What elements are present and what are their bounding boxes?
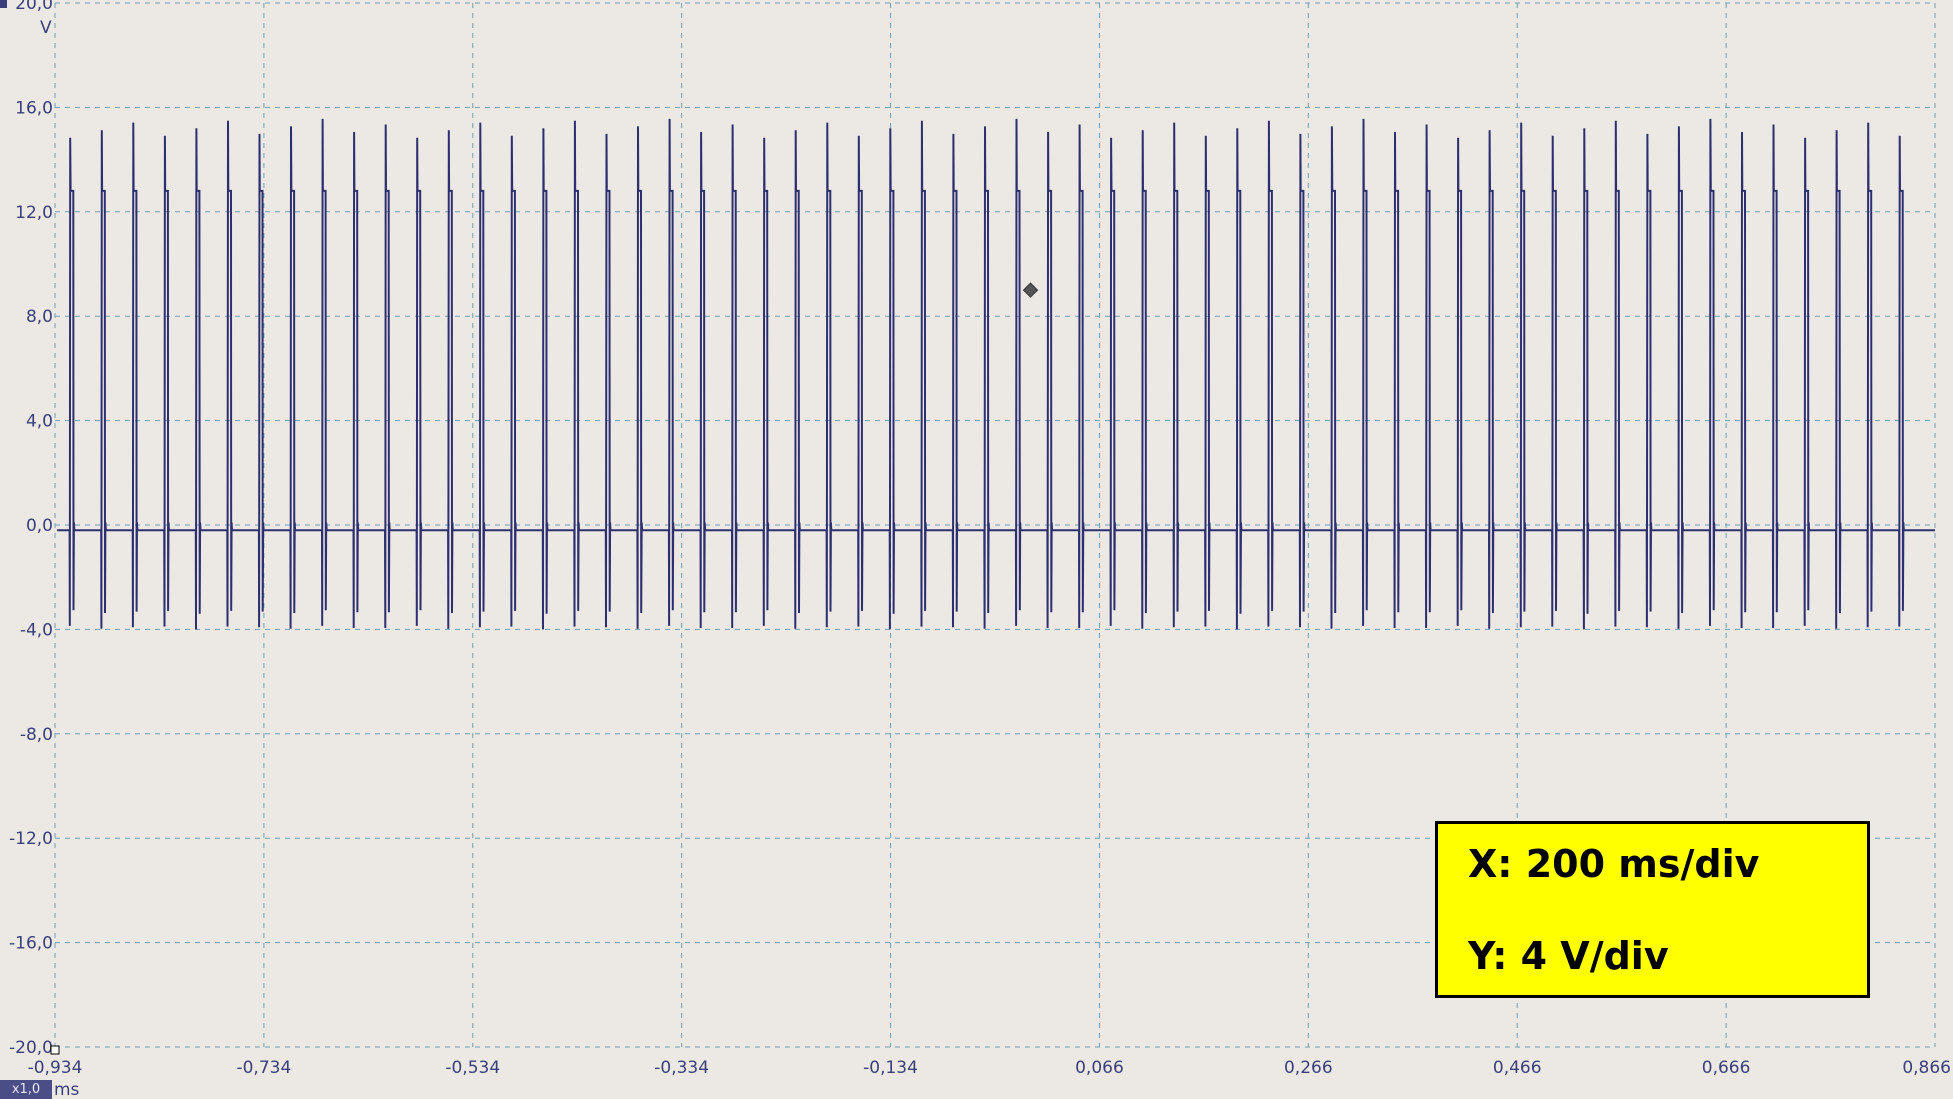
y-tick-label: -20,0 — [9, 1038, 53, 1058]
x-tick-label: 0,066 — [1075, 1058, 1124, 1078]
channel-indicator — [0, 0, 7, 8]
x-tick-label: 0,866 — [1902, 1058, 1951, 1078]
x-tick-label: -0,334 — [654, 1058, 709, 1078]
series-trace — [57, 118, 1935, 630]
origin-marker[interactable] — [50, 1045, 60, 1055]
x-tick-label: 0,666 — [1702, 1058, 1751, 1078]
y-tick-label: 0,0 — [26, 516, 53, 536]
x-scale-label: X: 200 ms/div — [1468, 842, 1760, 886]
y-axis-ticks: 20,0 16,0 12,0 8,0 4,0 0,0 -4,0 -8,0 -12,0 -16,0 -… — [9, 0, 53, 1058]
x-axis-ticks: -0,934 -0,734 -0,534 -0,334 -0,134 0,066 0,266… — [28, 1058, 1951, 1078]
y-tick-label: 12,0 — [15, 203, 53, 223]
y-tick-label: -4,0 — [20, 620, 53, 640]
x-tick-label: -0,134 — [863, 1058, 918, 1078]
trigger-marker-group — [1022, 282, 1039, 298]
y-tick-label: -16,0 — [9, 934, 53, 954]
x-tick-label: -0,734 — [236, 1058, 291, 1078]
y-tick-label: -8,0 — [20, 725, 53, 745]
x-tick-label: -0,934 — [28, 1058, 83, 1078]
y-tick-label: -12,0 — [9, 829, 53, 849]
y-tick-label: 16,0 — [15, 98, 53, 118]
y-tick-label: 8,0 — [26, 307, 53, 327]
y-tick-label: 4,0 — [26, 412, 53, 432]
zoom-badge[interactable]: x1,0 — [0, 1080, 52, 1099]
x-tick-label: -0,534 — [445, 1058, 500, 1078]
trigger-marker[interactable] — [1022, 282, 1039, 298]
x-tick-label: 0,466 — [1493, 1058, 1542, 1078]
y-tick-label: 20,0 — [15, 0, 53, 14]
x-axis-unit: ms — [54, 1080, 80, 1099]
y-scale-label: Y: 4 V/div — [1468, 934, 1669, 978]
x-tick-label: 0,266 — [1284, 1058, 1333, 1078]
y-axis-unit: V — [40, 18, 52, 38]
scale-info-box: X: 200 ms/div Y: 4 V/div — [1435, 821, 1870, 998]
